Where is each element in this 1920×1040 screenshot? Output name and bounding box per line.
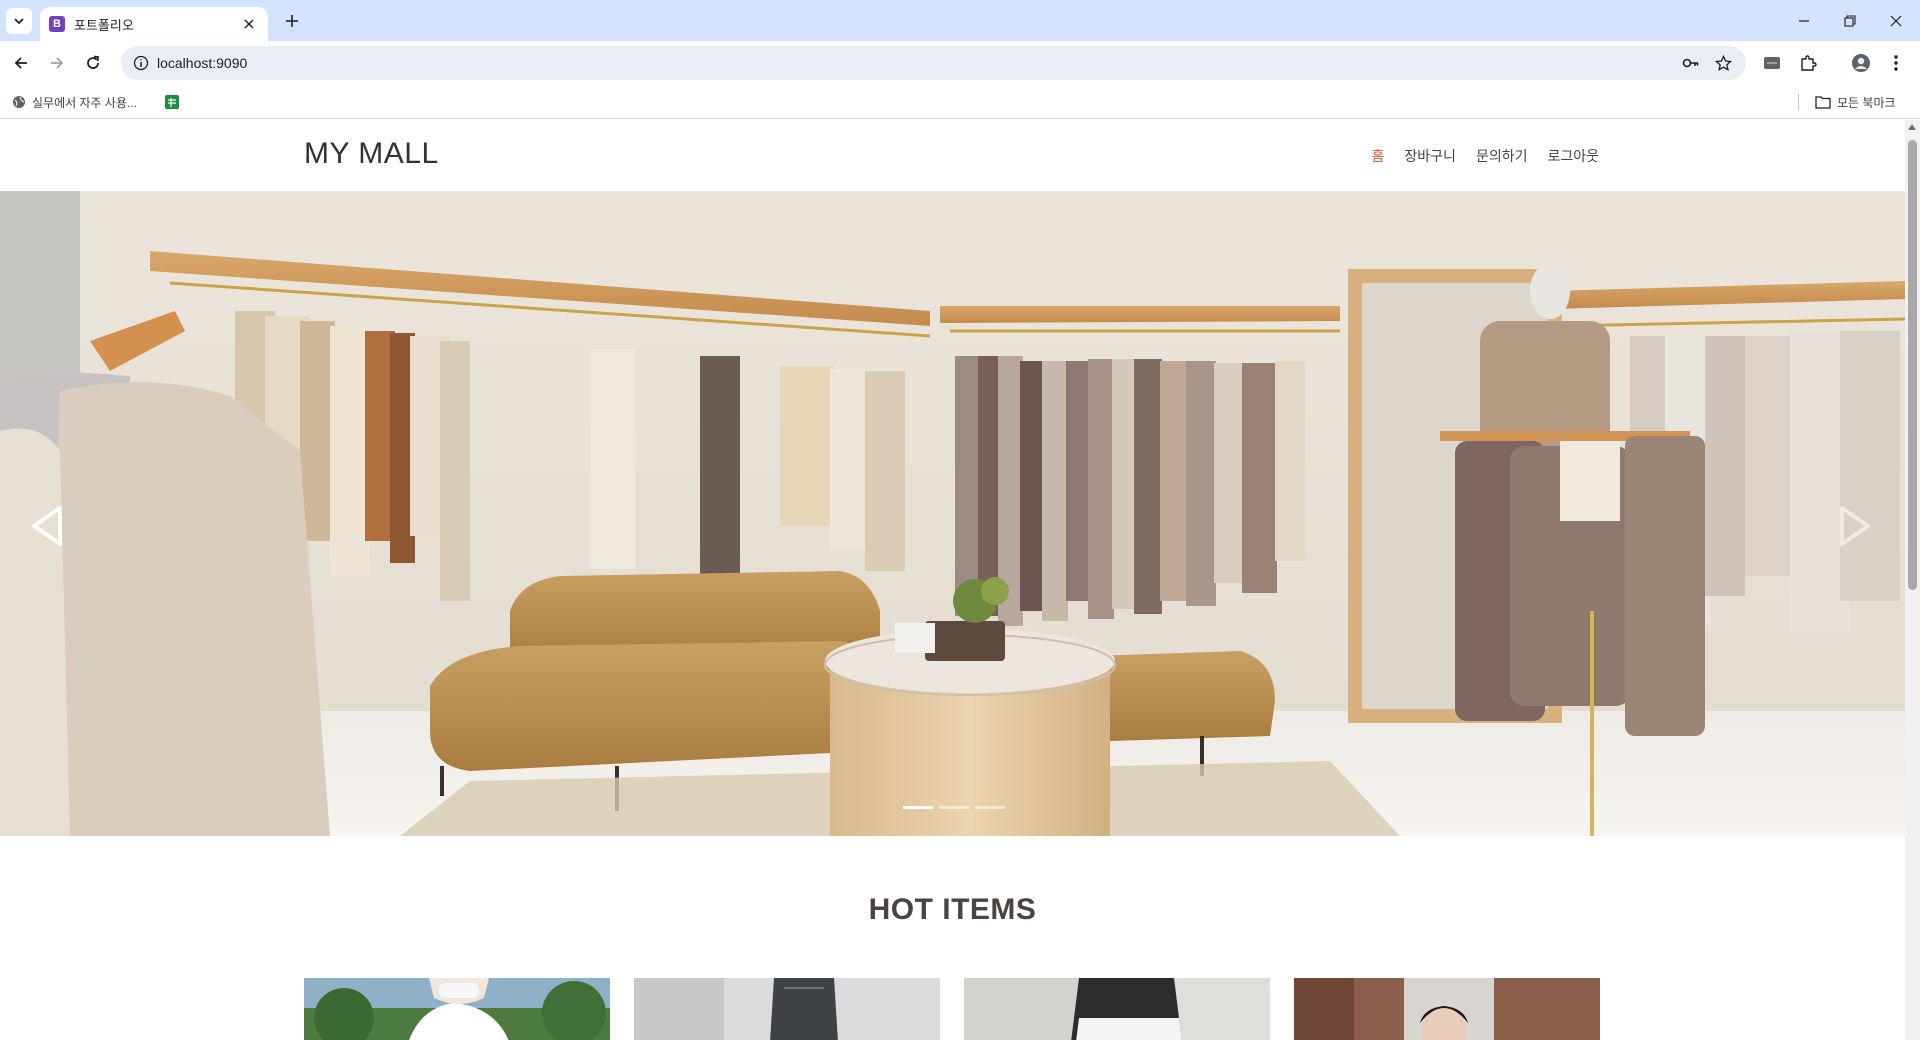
hero-carousel xyxy=(0,191,1905,836)
star-icon xyxy=(1714,54,1732,71)
puzzle-icon xyxy=(1801,55,1817,71)
extension-badge-icon xyxy=(1764,57,1780,69)
browser-menu-button[interactable] xyxy=(1885,52,1907,74)
chevron-left-icon xyxy=(32,506,62,546)
bookmark-sheets[interactable] xyxy=(164,91,180,113)
reload-button[interactable] xyxy=(78,48,108,78)
carousel-next-button[interactable] xyxy=(1830,491,1880,561)
extensions-button[interactable] xyxy=(1797,52,1819,74)
product-card[interactable] xyxy=(304,978,610,1040)
product-image xyxy=(1294,978,1600,1040)
tab-title: 포트폴리오 xyxy=(74,17,134,33)
carousel-indicator-2[interactable] xyxy=(939,806,969,809)
password-button[interactable] xyxy=(1681,53,1701,73)
bookmark-label: 실무에서 자주 사용... xyxy=(32,95,137,110)
reload-icon xyxy=(87,55,100,69)
tab-close-button[interactable] xyxy=(240,15,258,33)
restore-icon xyxy=(1844,14,1856,27)
product-card[interactable] xyxy=(964,978,1270,1040)
site-brand-logo[interactable]: MY MALL xyxy=(304,137,439,171)
tab-favicon: B xyxy=(49,16,65,32)
browser-tab-active[interactable]: B 포트폴리오 xyxy=(40,7,268,41)
nav-logout[interactable]: 로그아웃 xyxy=(1547,146,1599,166)
scroll-up-arrow[interactable] xyxy=(1908,124,1916,130)
all-bookmarks-label: 모든 북마크 xyxy=(1837,95,1896,110)
forward-button[interactable] xyxy=(42,48,72,78)
browser-toolbar: localhost:9090 xyxy=(0,41,1920,85)
extension-button[interactable] xyxy=(1761,52,1783,74)
new-tab-button[interactable] xyxy=(280,9,304,33)
close-icon xyxy=(1890,15,1902,26)
kebab-icon xyxy=(1894,55,1898,71)
address-bar[interactable]: localhost:9090 xyxy=(121,46,1746,80)
key-icon xyxy=(1682,58,1699,68)
folder-icon xyxy=(1815,96,1831,109)
tab-search-button[interactable] xyxy=(6,8,32,34)
close-window-button[interactable] xyxy=(1873,0,1919,41)
sheets-icon xyxy=(165,95,179,109)
arrow-left-icon xyxy=(14,57,27,69)
profile-icon xyxy=(1852,54,1870,72)
site-nav: 홈 장바구니 문의하기 로그아웃 xyxy=(1372,146,1599,166)
hot-items-heading: HOT ITEMS xyxy=(868,893,1037,926)
carousel-indicators xyxy=(903,806,1005,809)
product-image xyxy=(634,978,940,1040)
all-bookmarks-button[interactable]: 모든 북마크 xyxy=(1815,91,1896,113)
chevron-down-icon xyxy=(14,18,24,25)
page-viewport: MY MALL 홈 장바구니 문의하기 로그아웃 HOT ITEMS xyxy=(0,120,1905,1040)
scrollbar-thumb[interactable] xyxy=(1908,140,1917,590)
product-image xyxy=(964,978,1270,1040)
bookmarks-separator xyxy=(1798,94,1799,110)
product-image xyxy=(304,978,610,1040)
bookmarks-bar: 실무에서 자주 사용... 모든 북마크 xyxy=(0,85,1920,119)
close-icon xyxy=(244,19,254,29)
minimize-icon xyxy=(1799,19,1809,22)
info-icon[interactable] xyxy=(133,55,149,71)
bookmark-item[interactable]: 실무에서 자주 사용... xyxy=(12,91,137,113)
carousel-prev-button[interactable] xyxy=(22,491,72,561)
page-scrollbar[interactable] xyxy=(1905,120,1920,1040)
plus-icon xyxy=(286,15,298,27)
url-text[interactable]: localhost:9090 xyxy=(157,55,247,71)
arrow-right-icon xyxy=(51,57,64,69)
chevron-right-icon xyxy=(1840,506,1870,546)
carousel-indicator-1[interactable] xyxy=(903,806,933,809)
globe-icon xyxy=(13,96,25,108)
nav-cart[interactable]: 장바구니 xyxy=(1404,146,1456,166)
restore-button[interactable] xyxy=(1827,0,1873,41)
nav-home[interactable]: 홈 xyxy=(1372,146,1385,166)
back-button[interactable] xyxy=(6,48,36,78)
minimize-button[interactable] xyxy=(1781,0,1827,41)
carousel-slide-image xyxy=(0,191,1905,836)
nav-contact[interactable]: 문의하기 xyxy=(1476,146,1528,166)
carousel-indicator-3[interactable] xyxy=(975,806,1005,809)
browser-tabstrip: B 포트폴리오 xyxy=(0,0,1920,41)
profile-button[interactable] xyxy=(1850,52,1872,74)
bookmark-star-button[interactable] xyxy=(1713,53,1733,73)
site-header: MY MALL 홈 장바구니 문의하기 로그아웃 xyxy=(0,120,1905,191)
product-card[interactable] xyxy=(1294,978,1600,1040)
product-card[interactable] xyxy=(634,978,940,1040)
